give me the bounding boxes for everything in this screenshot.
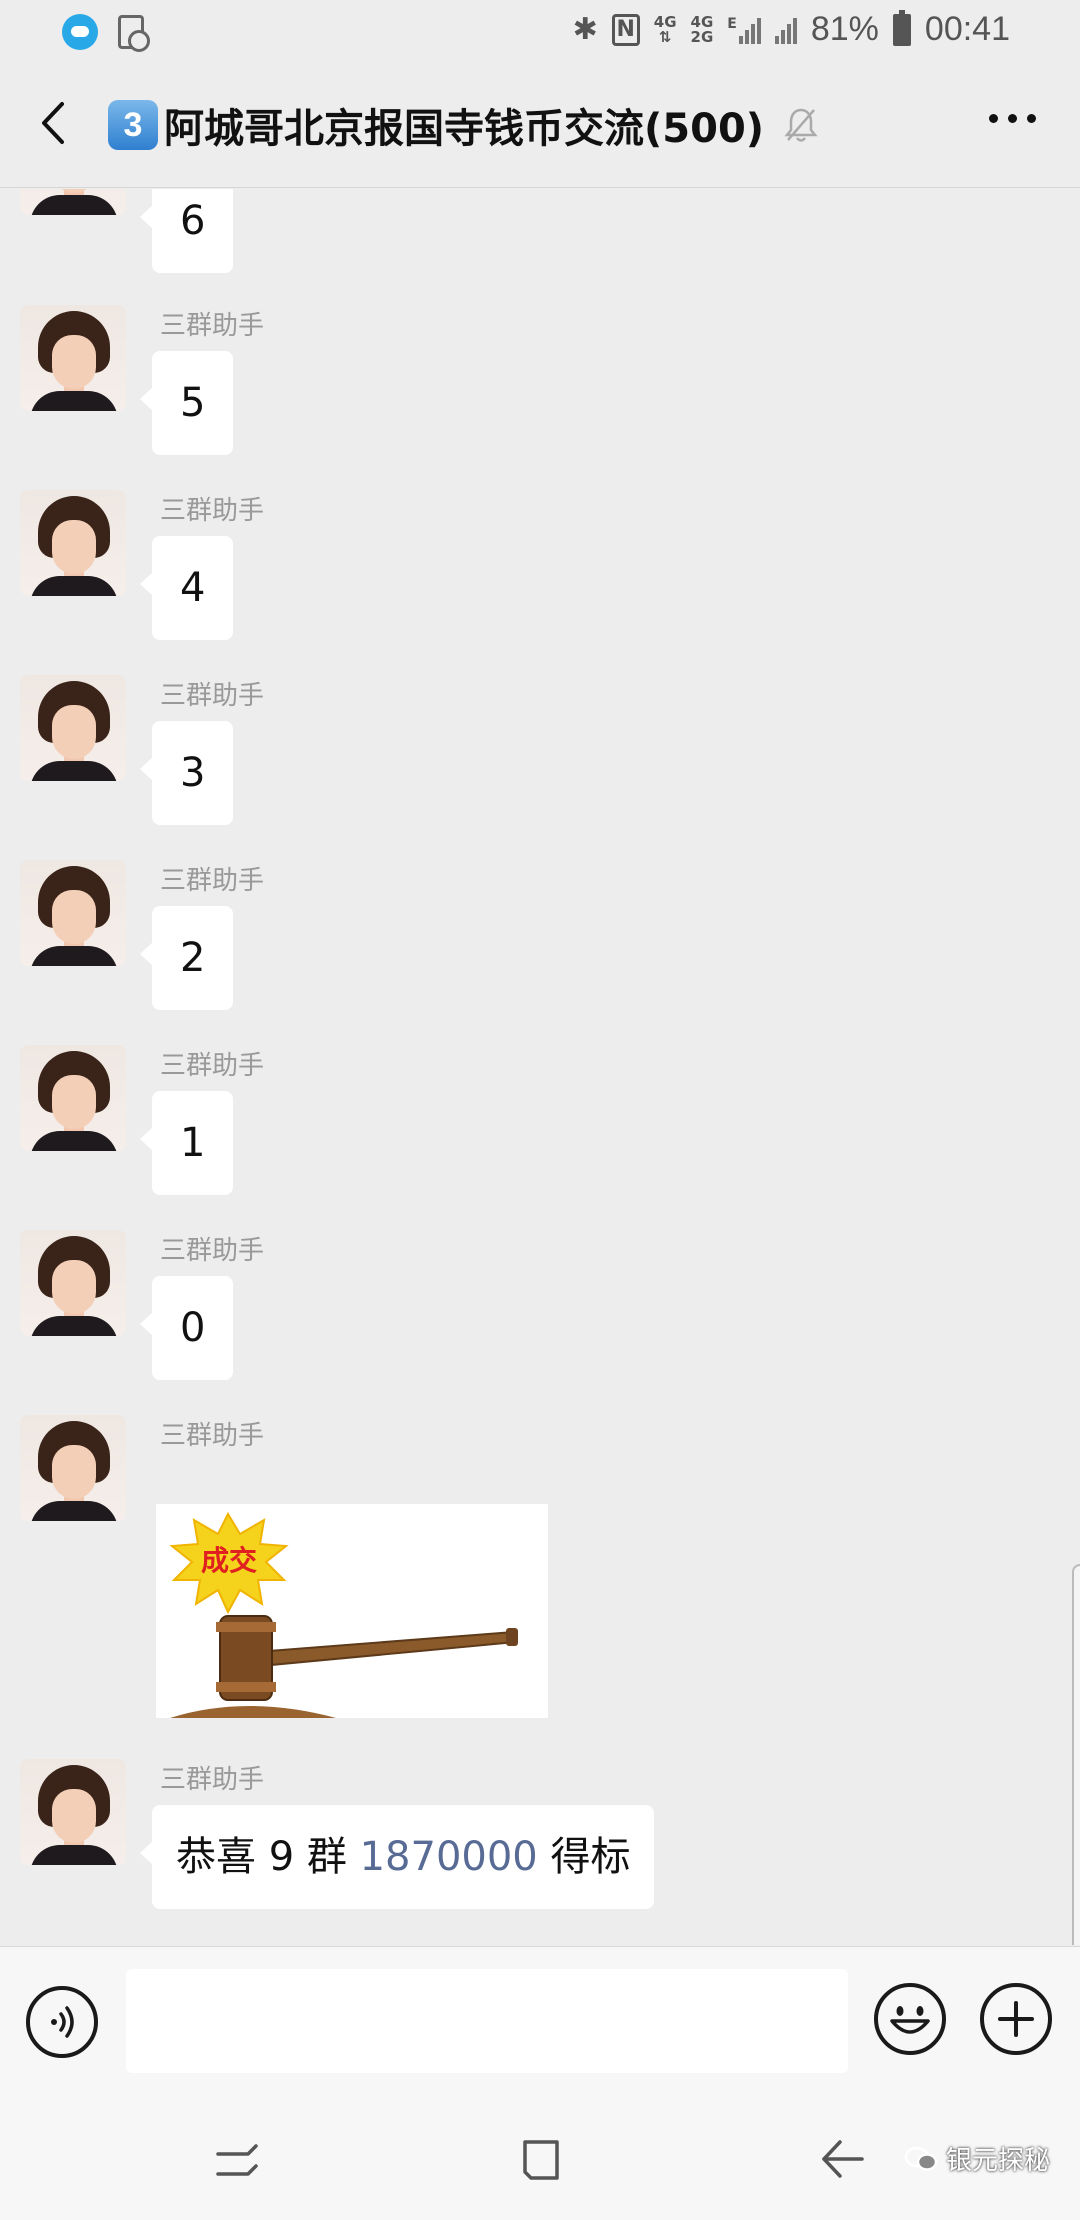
scroll-handle[interactable] (1072, 1564, 1080, 1945)
back-arrow-icon[interactable] (30, 98, 80, 148)
battery-percent: 81% (810, 10, 879, 48)
sender-name: 三群助手 (160, 1765, 265, 1795)
message-list[interactable]: 6 三群助手 5 三群助手 4 三群助手 3 三群助手 2 三群助手 1 三群助… (0, 189, 1080, 1945)
watermark: 银元探秘 (904, 2140, 1050, 2177)
chat-title[interactable]: 阿城哥北京报国寺钱币交流(500) (164, 96, 764, 154)
system-back-icon[interactable] (818, 2134, 868, 2184)
sender-name: 三群助手 (160, 866, 265, 896)
emoji-button[interactable] (874, 1983, 946, 2055)
battery-icon (892, 9, 911, 46)
voice-icon (51, 2006, 74, 2038)
sender-name: 三群助手 (160, 496, 265, 526)
auction-gavel-icon: 成交 (156, 1504, 548, 1718)
signal-icon-2 (774, 16, 797, 44)
bid-amount: 1870000 (359, 1834, 538, 1880)
message-input[interactable] (126, 1969, 848, 2073)
sender-name: 三群助手 (160, 1236, 265, 1266)
system-navigation-bar: 银元探秘 (0, 2096, 1080, 2220)
wechat-icon (904, 2146, 938, 2171)
recent-apps-icon[interactable] (212, 2136, 262, 2186)
mute-bell-icon (784, 108, 818, 142)
image-message[interactable]: 成交 (156, 1504, 548, 1718)
watermark-text: 银元探秘 (946, 2146, 1051, 2176)
message-bubble[interactable]: 6 (139, 189, 234, 273)
smiley-icon (890, 2006, 930, 2034)
sender-name: 三群助手 (160, 681, 265, 711)
clock: 00:41 (924, 10, 1010, 48)
signal-icon: E (727, 16, 761, 44)
message-bubble[interactable]: 恭喜 9 群 1870000 得标 (139, 1805, 655, 1909)
avatar[interactable] (20, 860, 126, 966)
chat-header: 3 阿城哥北京报国寺钱币交流(500) (0, 62, 1080, 188)
avatar[interactable] (20, 1045, 126, 1151)
sender-name: 三群助手 (160, 1051, 265, 1081)
avatar[interactable] (20, 189, 126, 215)
message-bubble[interactable]: 2 (139, 906, 234, 1010)
message-bubble[interactable]: 4 (139, 536, 234, 640)
message-text-prefix: 恭喜 9 群 (176, 1834, 360, 1880)
screen-recorder-icon (118, 15, 150, 52)
avatar[interactable] (20, 675, 126, 781)
avatar[interactable] (20, 1230, 126, 1336)
status-bar: ✱ N 4G ⇅ 4G 2G E 81% 00:41 (0, 0, 1080, 62)
avatar[interactable] (20, 1759, 126, 1865)
message-bubble[interactable]: 3 (139, 721, 234, 825)
keycap-number-badge: 3 (108, 100, 158, 150)
weather-icon (62, 14, 98, 50)
network-4g-2g-indicator: 4G 2G (690, 12, 714, 46)
message-bubble[interactable]: 0 (139, 1276, 234, 1380)
voice-input-button[interactable] (26, 1986, 98, 2058)
avatar[interactable] (20, 490, 126, 596)
nfc-icon: N (611, 13, 640, 46)
input-bar (0, 1946, 1080, 2096)
sender-name: 三群助手 (160, 311, 265, 341)
home-icon[interactable] (515, 2134, 567, 2186)
more-functions-button[interactable] (980, 1983, 1052, 2055)
message-text-suffix: 得标 (537, 1834, 631, 1880)
bluetooth-icon: ✱ (572, 12, 598, 47)
avatar[interactable] (20, 1415, 126, 1521)
message-bubble[interactable]: 5 (139, 351, 234, 455)
avatar[interactable] (20, 305, 126, 411)
sender-name: 三群助手 (160, 1421, 265, 1451)
message-bubble[interactable]: 1 (139, 1091, 234, 1195)
deal-label: 成交 (201, 1544, 257, 1577)
more-options-icon[interactable] (989, 114, 1036, 123)
network-4g-indicator: 4G ⇅ (653, 12, 677, 46)
plus-icon (998, 2001, 1034, 2037)
